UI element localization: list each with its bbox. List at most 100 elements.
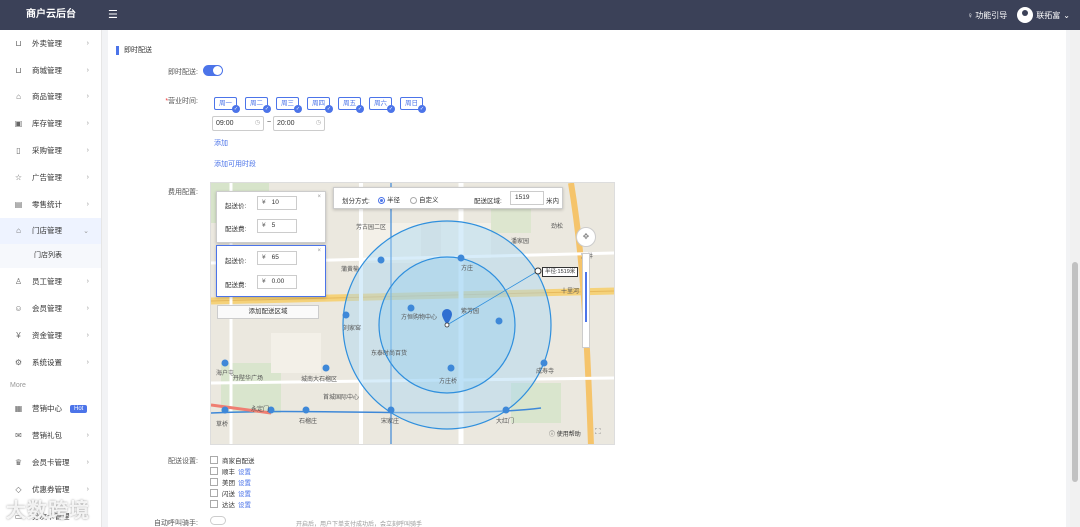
chevron-right-icon: › xyxy=(86,147,89,155)
map-help-link[interactable]: ⓘ 使用帮助 xyxy=(549,429,581,438)
chevron-right-icon: › xyxy=(86,66,89,74)
grid-icon: ▦ xyxy=(14,404,23,414)
divide-method-label: 划分方式: xyxy=(342,198,370,205)
delivery-option-label: 达达 xyxy=(222,501,235,509)
sidebar-item-inventory[interactable]: ▣ 库存管理 › xyxy=(0,110,101,137)
chevron-right-icon: › xyxy=(86,173,89,181)
sidebar-item-mall[interactable]: ⊔ 商城管理 › xyxy=(0,57,101,84)
day-tue-checkbox[interactable]: 周二 xyxy=(245,97,271,113)
radius-option-label: 半径 xyxy=(387,197,400,204)
sidebar-item-label: 商品管理 xyxy=(32,92,62,102)
sidebar-item-member-card[interactable]: ♛ 会员卡管理 › xyxy=(0,449,101,476)
delivery-option-self[interactable]: 商家自配送 xyxy=(210,454,255,465)
business-hours-label: *营业时间: xyxy=(165,98,198,105)
checkbox[interactable] xyxy=(210,488,218,497)
chevron-right-icon: › xyxy=(86,358,89,366)
delivery-fee-input[interactable]: ¥5 xyxy=(257,219,297,233)
zoom-slider[interactable] xyxy=(582,253,590,348)
business-hours-label-text: 营业时间: xyxy=(168,98,198,105)
map-label: 方庄 xyxy=(461,264,473,272)
sidebar-item-purchase[interactable]: ▯ 采购管理 › xyxy=(0,137,101,164)
brand-logo[interactable]: 商户云后台 xyxy=(0,0,102,30)
chevron-right-icon: › xyxy=(86,120,89,128)
user-menu[interactable]: 联拓富 ⌄ xyxy=(1017,7,1070,23)
compass-icon[interactable]: ✥ xyxy=(576,227,596,247)
delivery-option-label: 美团 xyxy=(222,479,235,487)
section-title: 即时配送 xyxy=(116,46,152,55)
checkbox[interactable] xyxy=(210,466,218,475)
delivery-option-meituan[interactable]: 美团 设置 xyxy=(210,476,255,487)
start-price-label: 起送价: xyxy=(225,203,247,210)
fullscreen-icon[interactable]: ⛶ xyxy=(595,427,601,437)
day-mon-checkbox[interactable]: 周一 xyxy=(214,97,240,113)
close-icon[interactable]: × xyxy=(317,248,321,254)
checkbox[interactable] xyxy=(210,455,218,464)
sidebar-item-goods[interactable]: ⌂ 商品管理 › xyxy=(0,84,101,111)
chevron-right-icon: › xyxy=(86,305,89,313)
day-sun-checkbox[interactable]: 周日 xyxy=(400,97,426,113)
start-price-input[interactable]: ¥65 xyxy=(257,251,297,265)
help-guide-link[interactable]: ♀ 功能引导 xyxy=(967,10,1007,21)
add-zone-button[interactable]: 添加配送区域 xyxy=(217,305,319,319)
currency-symbol: ¥ xyxy=(262,254,266,261)
sidebar-item-label: 零售统计 xyxy=(32,199,62,209)
menu-icon[interactable]: ☰ xyxy=(108,8,118,21)
home-icon: ⌂ xyxy=(16,226,21,236)
scrollbar-thumb[interactable] xyxy=(1072,262,1078,482)
map-label: 方恒购物中心 xyxy=(401,313,437,321)
delivery-fee-input[interactable]: ¥0.00 xyxy=(257,275,297,289)
map-label: 成寿寺 xyxy=(536,367,554,375)
chevron-right-icon: › xyxy=(86,39,89,47)
radio-radius xyxy=(378,196,385,204)
add-hours-link[interactable]: 添加可用时段 xyxy=(214,159,256,169)
instant-delivery-toggle[interactable] xyxy=(203,65,223,76)
sidebar-item-store[interactable]: ⌂ 门店管理 ⌄ xyxy=(0,217,101,245)
checkbox[interactable] xyxy=(210,499,218,508)
end-time-input[interactable]: 20:00 ◷ xyxy=(273,116,325,131)
sidebar-item-funds[interactable]: ¥ 资金管理 › xyxy=(0,322,101,349)
currency-symbol: ¥ xyxy=(262,199,266,206)
sidebar-item-settings[interactable]: ⚙ 系统设置 › xyxy=(0,349,101,376)
day-sat-checkbox[interactable]: 周六 xyxy=(369,97,395,113)
cart-icon: ⊔ xyxy=(15,65,22,75)
star-icon: ☆ xyxy=(14,172,23,182)
delivery-option-label: 闪送 xyxy=(222,490,235,498)
custom-option[interactable]: 自定义 xyxy=(410,194,439,204)
delivery-option-sf[interactable]: 顺丰 设置 xyxy=(210,465,255,476)
delivery-option-shansong[interactable]: 闪送 设置 xyxy=(210,487,255,498)
sidebar-item-staff[interactable]: ♙ 员工管理 › xyxy=(0,268,101,295)
start-time-input[interactable]: 09:00 ◷ xyxy=(212,116,264,131)
sidebar-item-takeout[interactable]: ⊔ 外卖管理 › xyxy=(0,30,101,57)
auto-rider-toggle[interactable] xyxy=(210,516,226,525)
start-price-input[interactable]: ¥10 xyxy=(257,196,297,210)
sidebar: ⊔ 外卖管理 › ⊔ 商城管理 › ⌂ 商品管理 › ▣ 库存管理 › ▯ 采购管理 › ☆ 广告管理… xyxy=(0,30,102,527)
sidebar-item-members[interactable]: ☺ 会员管理 › xyxy=(0,295,101,322)
sidebar-subitem-store-list[interactable]: 门店列表 xyxy=(0,244,101,269)
sidebar-item-retail-stats[interactable]: ▤ 零售统计 › xyxy=(0,191,101,218)
map-label: 刘家窑 xyxy=(343,324,361,332)
checkbox[interactable] xyxy=(210,477,218,486)
weekday-selector: 周一 周二 周三 周四 周五 周六 周日 xyxy=(214,97,426,113)
delivery-setting-link[interactable]: 设置 xyxy=(238,499,251,509)
day-wed-checkbox[interactable]: 周三 xyxy=(276,97,302,113)
close-icon[interactable]: × xyxy=(317,194,321,200)
add-time-link[interactable]: 添加 xyxy=(214,138,228,148)
day-fri-checkbox[interactable]: 周五 xyxy=(338,97,364,113)
sidebar-item-label: 营销中心 xyxy=(32,404,62,414)
delivery-setting-link[interactable]: 设置 xyxy=(238,477,251,487)
clipboard-icon: ▤ xyxy=(14,199,23,209)
start-price-value: 10 xyxy=(271,199,279,206)
sidebar-item-marketing[interactable]: ▦ 营销中心 Hot xyxy=(0,396,101,423)
delivery-setting-link[interactable]: 设置 xyxy=(238,466,251,476)
main-content: 即时配送 即时配送: *营业时间: 周一 周二 周三 周四 周五 周六 周日 0… xyxy=(108,30,1066,527)
radius-option[interactable]: 半径 xyxy=(378,194,400,204)
zone-radius-input[interactable]: 1519 xyxy=(510,191,544,205)
day-thu-checkbox[interactable]: 周四 xyxy=(307,97,333,113)
delivery-setting-link[interactable]: 设置 xyxy=(238,488,251,498)
sidebar-item-gift[interactable]: ✉ 营销礼包 › xyxy=(0,422,101,449)
delivery-settings-label: 配送设置: xyxy=(168,458,198,465)
delivery-option-dada[interactable]: 达达 设置 xyxy=(210,498,255,509)
page-scrollbar[interactable] xyxy=(1070,30,1080,527)
delivery-map[interactable]: 方庄 蒲黄榆 芳古园二区 刘家窑 方恒购物中心 紫芳园 东泰时尚百货 方庄桥 成… xyxy=(210,182,615,445)
sidebar-item-ads[interactable]: ☆ 广告管理 › xyxy=(0,164,101,191)
